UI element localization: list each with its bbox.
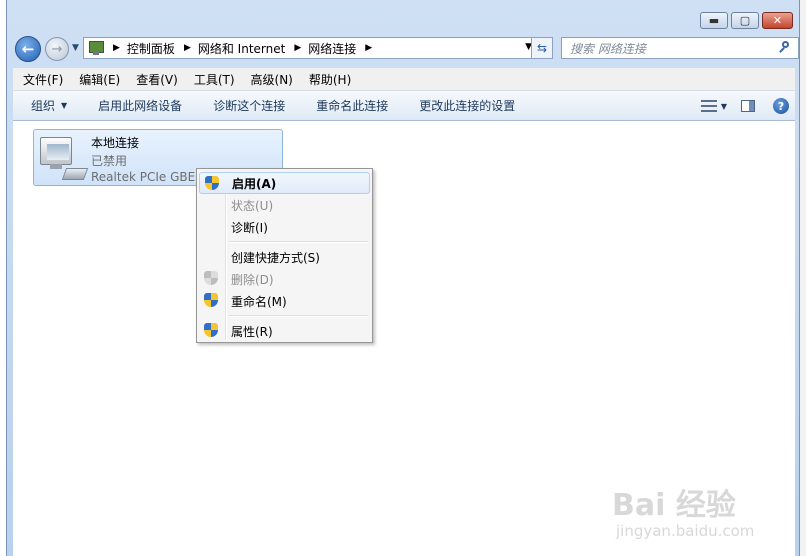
shield-icon <box>205 176 219 191</box>
breadcrumb-arrow-icon[interactable]: ▶ <box>365 43 372 53</box>
menu-view[interactable]: 查看(V) <box>126 71 184 88</box>
connection-device: Realtek PCIe GBE <box>91 170 196 184</box>
chevron-down-icon: ▼ <box>61 101 68 110</box>
search-placeholder: 搜索 网络连接 <box>570 41 646 56</box>
caption-buttons: ▬ ▢ ✕ <box>700 12 793 29</box>
shield-icon <box>204 323 218 338</box>
ctx-diagnose-label: 诊断(I) <box>231 220 268 235</box>
refresh-icon: ⇆ <box>536 41 548 55</box>
ctx-properties[interactable]: 属性(R) <box>199 320 370 342</box>
context-menu-separator <box>229 241 368 243</box>
rename-button[interactable]: 重命名此连接 <box>298 97 401 114</box>
close-button[interactable]: ✕ <box>762 12 793 29</box>
back-button[interactable]: ← <box>15 36 41 62</box>
explorer-window: ▬ ▢ ✕ ← → ▼ ▶ 控制面板 ▶ 网络和 Internet ▶ 网络连接… <box>6 0 800 556</box>
ctx-delete-label: 删除(D) <box>231 272 274 287</box>
address-bar[interactable]: ▶ 控制面板 ▶ 网络和 Internet ▶ 网络连接 ▶ ▼ <box>83 37 537 59</box>
maximize-button[interactable]: ▢ <box>731 12 759 29</box>
organize-button[interactable]: 组织 ▼ <box>13 97 80 114</box>
breadcrumb-arrow-icon[interactable]: ▶ <box>294 43 301 53</box>
views-icon[interactable] <box>700 99 717 113</box>
network-connections-icon <box>87 40 105 56</box>
menu-edit[interactable]: 编辑(E) <box>69 71 126 88</box>
arrow-left-icon: ← <box>21 40 35 58</box>
refresh-button[interactable]: ⇆ <box>531 37 553 59</box>
arrow-right-icon: → <box>51 41 63 57</box>
menu-file[interactable]: 文件(F) <box>13 71 69 88</box>
ctx-enable-label: 启用(A) <box>232 176 277 191</box>
breadcrumb-control-panel[interactable]: 控制面板 <box>127 40 175 57</box>
preview-pane-icon[interactable] <box>741 100 755 112</box>
connection-status: 已禁用 <box>91 154 128 168</box>
recent-pages-dropdown[interactable]: ▼ <box>72 43 79 53</box>
command-bar: 组织 ▼ 启用此网络设备 诊断这个连接 重命名此连接 更改此连接的设置 ▼ ? <box>13 91 795 121</box>
organize-label: 组织 <box>31 99 56 113</box>
help-icon[interactable]: ? <box>773 98 789 114</box>
ctx-enable[interactable]: 启用(A) <box>199 172 370 194</box>
views-dropdown-icon[interactable]: ▼ <box>721 102 727 111</box>
menu-tools[interactable]: 工具(T) <box>184 71 241 88</box>
watermark-sub: jingyan.baidu.com <box>616 522 755 540</box>
chevron-down-icon: ▼ <box>72 43 79 53</box>
desktop-edge-right <box>800 0 806 556</box>
minimize-button[interactable]: ▬ <box>700 12 728 29</box>
navigation-row: ← → ▼ ▶ 控制面板 ▶ 网络和 Internet ▶ 网络连接 ▶ ▼ ⇆… <box>15 36 799 62</box>
shield-icon <box>204 271 218 286</box>
ctx-status-label: 状态(U) <box>231 198 274 213</box>
ctx-rename[interactable]: 重命名(M) <box>199 290 370 312</box>
breadcrumb-network-internet[interactable]: 网络和 Internet <box>198 40 285 57</box>
search-input[interactable]: 搜索 网络连接 <box>561 37 799 59</box>
diagnose-button[interactable]: 诊断这个连接 <box>195 97 298 114</box>
menu-help[interactable]: 帮助(H) <box>299 71 357 88</box>
enable-device-button[interactable]: 启用此网络设备 <box>80 97 195 114</box>
menu-advanced[interactable]: 高级(N) <box>241 71 299 88</box>
ctx-status: 状态(U) <box>199 194 370 216</box>
ctx-create-shortcut-label: 创建快捷方式(S) <box>231 250 320 265</box>
ctx-diagnose[interactable]: 诊断(I) <box>199 216 370 238</box>
forward-button[interactable]: → <box>45 37 69 61</box>
context-menu: 启用(A) 状态(U) 诊断(I) 创建快捷方式(S) 删除(D) 重命名(M) <box>196 168 373 343</box>
command-bar-right: ▼ ? <box>700 91 795 121</box>
ctx-delete: 删除(D) <box>199 268 370 290</box>
network-adapter-icon <box>38 135 89 181</box>
ctx-rename-label: 重命名(M) <box>231 294 287 309</box>
shield-icon <box>204 293 218 308</box>
menu-bar: 文件(F) 编辑(E) 查看(V) 工具(T) 高级(N) 帮助(H) <box>13 68 795 91</box>
change-settings-button[interactable]: 更改此连接的设置 <box>401 97 528 114</box>
search-icon[interactable] <box>778 41 792 55</box>
breadcrumb-network-connections[interactable]: 网络连接 <box>308 40 356 57</box>
breadcrumb: ▶ 控制面板 ▶ 网络和 Internet ▶ 网络连接 ▶ <box>111 40 379 57</box>
connection-name: 本地连接 <box>91 136 140 150</box>
context-menu-separator <box>229 315 368 317</box>
breadcrumb-arrow-icon[interactable]: ▶ <box>113 43 120 53</box>
watermark-main: Bai 经验 <box>612 488 736 523</box>
breadcrumb-arrow-icon[interactable]: ▶ <box>184 43 191 53</box>
ctx-properties-label: 属性(R) <box>231 324 273 339</box>
ctx-create-shortcut[interactable]: 创建快捷方式(S) <box>199 246 370 268</box>
baidu-watermark: Bai 经验 jingyan.baidu.com <box>612 480 754 540</box>
